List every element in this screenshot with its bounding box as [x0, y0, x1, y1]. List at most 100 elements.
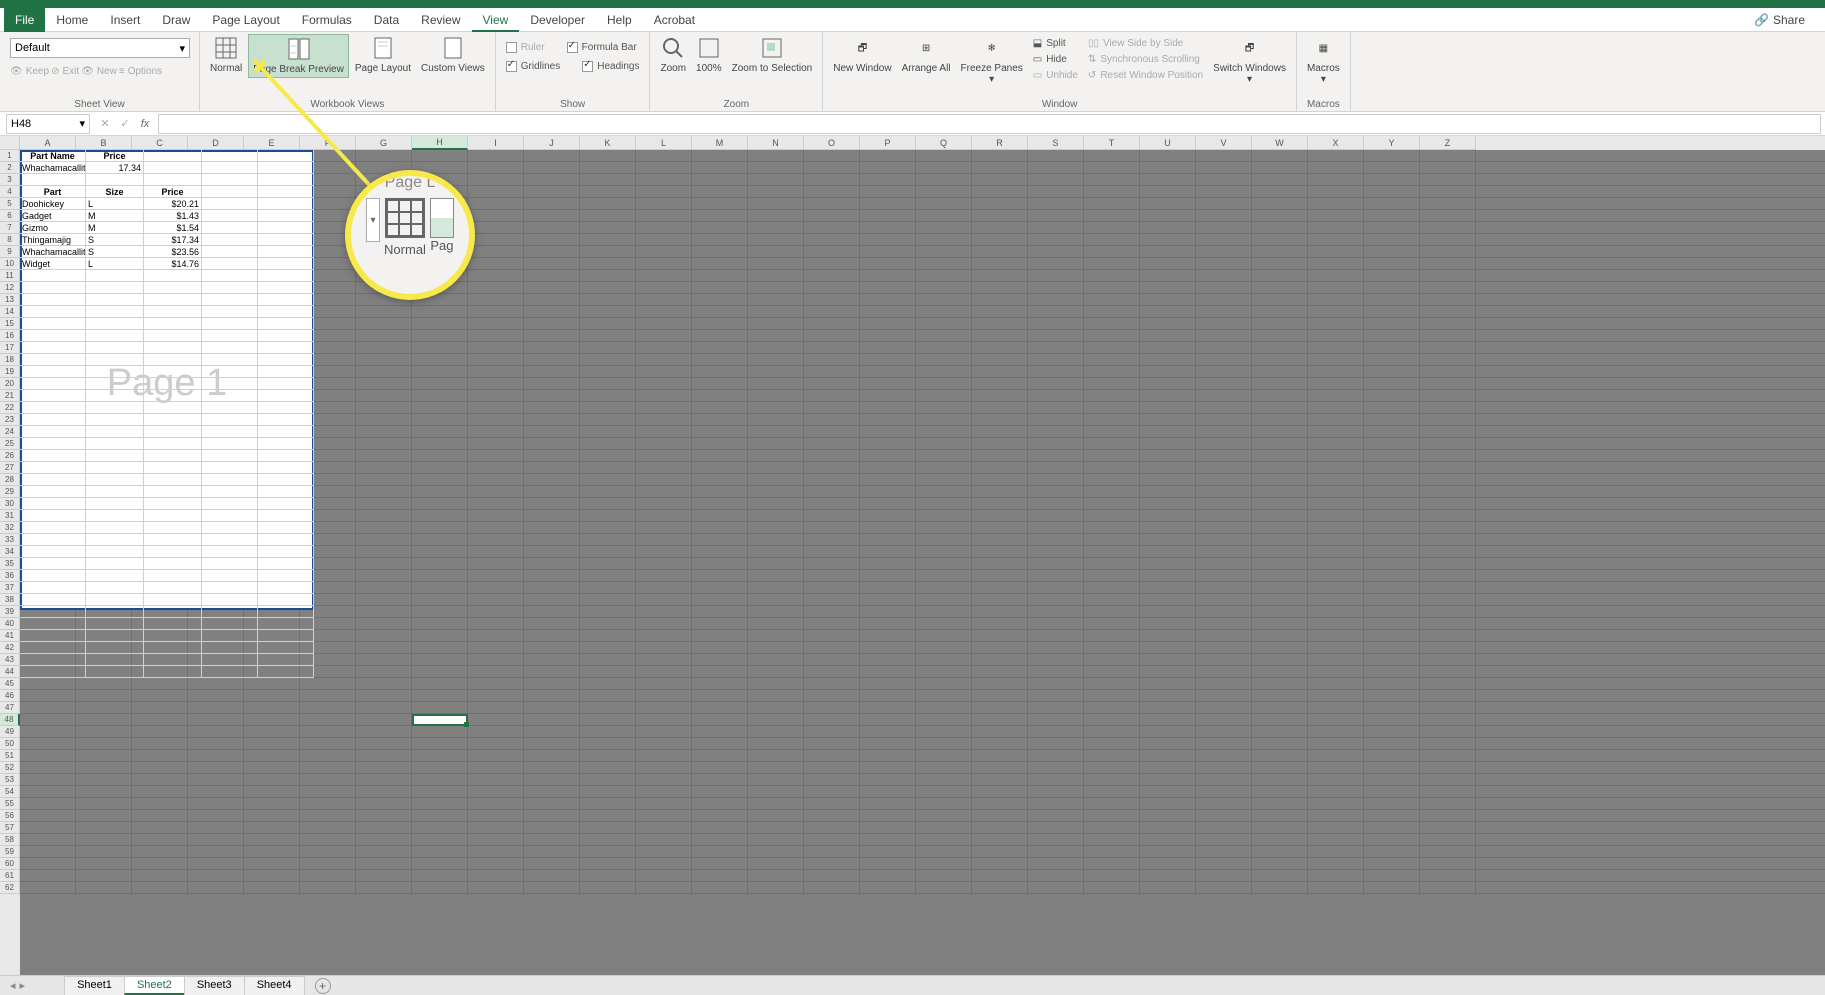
column-header-K[interactable]: K — [580, 136, 636, 150]
column-header-F[interactable]: F — [300, 136, 356, 150]
column-header-O[interactable]: O — [804, 136, 860, 150]
tab-developer[interactable]: Developer — [519, 8, 596, 32]
row-header-38[interactable]: 38 — [0, 594, 20, 606]
row-header-51[interactable]: 51 — [0, 750, 20, 762]
row-header-1[interactable]: 1 — [0, 150, 20, 162]
arrange-all-button[interactable]: ⊞Arrange All — [898, 34, 955, 76]
row-header-48[interactable]: 48 — [0, 714, 20, 726]
row-header-37[interactable]: 37 — [0, 582, 20, 594]
fx-button[interactable]: fx — [136, 118, 154, 130]
formula-enter-button[interactable]: ✓ — [116, 117, 134, 130]
column-header-U[interactable]: U — [1140, 136, 1196, 150]
zoom-to-selection-button[interactable]: Zoom to Selection — [728, 34, 817, 76]
column-header-J[interactable]: J — [524, 136, 580, 150]
tab-formulas[interactable]: Formulas — [291, 8, 363, 32]
new-view-button[interactable]: 👁 New — [81, 66, 117, 77]
row-header-35[interactable]: 35 — [0, 558, 20, 570]
row-header-17[interactable]: 17 — [0, 342, 20, 354]
row-header-59[interactable]: 59 — [0, 846, 20, 858]
column-header-M[interactable]: M — [692, 136, 748, 150]
name-box[interactable]: H48 ▾ — [6, 114, 90, 134]
sheet-nav-next[interactable]: ▸ — [20, 979, 26, 992]
grid-area[interactable]: Page 1 Part NamePriceWhachamacallit17.34… — [20, 150, 1825, 975]
sheet-nav-prev[interactable]: ◂ — [10, 979, 16, 992]
column-header-Q[interactable]: Q — [916, 136, 972, 150]
row-header-46[interactable]: 46 — [0, 690, 20, 702]
row-header-6[interactable]: 6 — [0, 210, 20, 222]
tab-acrobat[interactable]: Acrobat — [643, 8, 706, 32]
tab-home[interactable]: Home — [45, 8, 99, 32]
macros-button[interactable]: ▦Macros ▾ — [1303, 34, 1344, 87]
row-header-55[interactable]: 55 — [0, 798, 20, 810]
formula-input[interactable] — [158, 114, 1821, 134]
row-header-42[interactable]: 42 — [0, 642, 20, 654]
column-header-B[interactable]: B — [76, 136, 132, 150]
column-header-C[interactable]: C — [132, 136, 188, 150]
row-header-44[interactable]: 44 — [0, 666, 20, 678]
column-header-T[interactable]: T — [1084, 136, 1140, 150]
formula-cancel-button[interactable]: ✕ — [96, 117, 114, 130]
column-header-P[interactable]: P — [860, 136, 916, 150]
row-header-4[interactable]: 4 — [0, 186, 20, 198]
row-header-22[interactable]: 22 — [0, 402, 20, 414]
row-header-5[interactable]: 5 — [0, 198, 20, 210]
row-header-14[interactable]: 14 — [0, 306, 20, 318]
row-header-41[interactable]: 41 — [0, 630, 20, 642]
column-header-H[interactable]: H — [412, 136, 468, 150]
row-header-18[interactable]: 18 — [0, 354, 20, 366]
row-header-49[interactable]: 49 — [0, 726, 20, 738]
split-button[interactable]: ⬓ Split — [1029, 36, 1082, 51]
sheet-tab-sheet4[interactable]: Sheet4 — [244, 976, 305, 995]
row-header-8[interactable]: 8 — [0, 234, 20, 246]
row-header-30[interactable]: 30 — [0, 498, 20, 510]
row-header-23[interactable]: 23 — [0, 414, 20, 426]
row-header-60[interactable]: 60 — [0, 858, 20, 870]
row-header-10[interactable]: 10 — [0, 258, 20, 270]
normal-view-button[interactable]: Normal — [206, 34, 246, 76]
row-header-26[interactable]: 26 — [0, 450, 20, 462]
row-header-53[interactable]: 53 — [0, 774, 20, 786]
exit-button[interactable]: ⊘ Exit — [51, 66, 79, 77]
row-header-52[interactable]: 52 — [0, 762, 20, 774]
row-header-47[interactable]: 47 — [0, 702, 20, 714]
column-header-Z[interactable]: Z — [1420, 136, 1476, 150]
column-header-R[interactable]: R — [972, 136, 1028, 150]
row-header-13[interactable]: 13 — [0, 294, 20, 306]
column-header-A[interactable]: A — [20, 136, 76, 150]
row-header-39[interactable]: 39 — [0, 606, 20, 618]
zoom-button[interactable]: Zoom — [656, 34, 690, 76]
column-header-X[interactable]: X — [1308, 136, 1364, 150]
row-header-54[interactable]: 54 — [0, 786, 20, 798]
new-window-button[interactable]: 🗗New Window — [829, 34, 895, 76]
row-header-43[interactable]: 43 — [0, 654, 20, 666]
column-header-S[interactable]: S — [1028, 136, 1084, 150]
row-header-12[interactable]: 12 — [0, 282, 20, 294]
row-header-15[interactable]: 15 — [0, 318, 20, 330]
row-header-2[interactable]: 2 — [0, 162, 20, 174]
tab-file[interactable]: File — [4, 8, 45, 32]
column-headers[interactable]: ABCDEFGHIJKLMNOPQRSTUVWXYZ — [20, 136, 1825, 150]
row-headers[interactable]: 1234567891011121314151617181920212223242… — [0, 150, 20, 975]
custom-views-button[interactable]: Custom Views — [417, 34, 489, 76]
row-header-11[interactable]: 11 — [0, 270, 20, 282]
row-header-27[interactable]: 27 — [0, 462, 20, 474]
active-cell[interactable] — [412, 714, 468, 726]
tab-review[interactable]: Review — [410, 8, 471, 32]
row-header-58[interactable]: 58 — [0, 834, 20, 846]
row-header-34[interactable]: 34 — [0, 546, 20, 558]
row-header-56[interactable]: 56 — [0, 810, 20, 822]
options-button[interactable]: ≡ Options — [119, 66, 162, 77]
row-header-36[interactable]: 36 — [0, 570, 20, 582]
column-header-N[interactable]: N — [748, 136, 804, 150]
column-header-I[interactable]: I — [468, 136, 524, 150]
tab-view[interactable]: View — [472, 8, 520, 32]
row-header-7[interactable]: 7 — [0, 222, 20, 234]
gridlines-checkbox[interactable]: Gridlines — [502, 59, 564, 74]
sheet-tab-sheet3[interactable]: Sheet3 — [184, 976, 245, 995]
column-header-Y[interactable]: Y — [1364, 136, 1420, 150]
row-header-20[interactable]: 20 — [0, 378, 20, 390]
column-header-V[interactable]: V — [1196, 136, 1252, 150]
row-header-45[interactable]: 45 — [0, 678, 20, 690]
row-header-33[interactable]: 33 — [0, 534, 20, 546]
row-header-3[interactable]: 3 — [0, 174, 20, 186]
